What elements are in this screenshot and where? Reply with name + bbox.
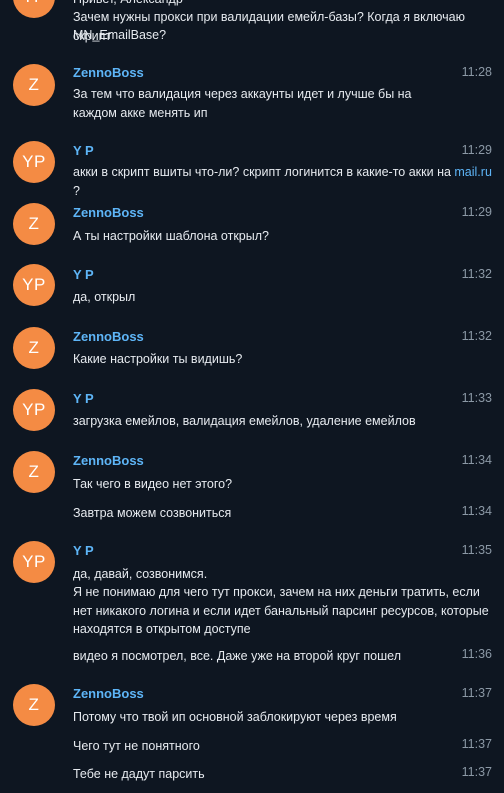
- message-text: Я не понимаю для чего тут прокси, зачем …: [73, 585, 489, 636]
- avatar[interactable]: Z: [13, 684, 55, 726]
- avatar-initials: YP: [22, 0, 46, 7]
- message-text-part: акки в скрипт вшиты что-ли? скрипт логин…: [73, 165, 455, 179]
- message-text: А ты настройки шаблона открыл?: [73, 229, 269, 243]
- message-time: 11:32: [461, 267, 492, 281]
- sender-name[interactable]: ZennoBoss: [73, 65, 144, 80]
- message-time: 11:32: [461, 329, 492, 343]
- message-text: Потому что твой ип основной заблокируют …: [73, 710, 397, 724]
- avatar[interactable]: Z: [13, 203, 55, 245]
- avatar[interactable]: Z: [13, 64, 55, 106]
- message-time: 11:34: [461, 453, 492, 467]
- avatar-initials: YP: [22, 152, 46, 171]
- message-text: Завтра можем созвониться: [73, 506, 232, 520]
- avatar[interactable]: YP: [13, 0, 55, 18]
- message-text: видео я посмотрел, все. Даже уже на втор…: [73, 649, 401, 663]
- chat-history: YP Привет, Александр Зачем нужны прокси …: [0, 0, 504, 793]
- message-text: Тебе не дадут парсить: [73, 767, 205, 781]
- sender-name[interactable]: ZennoBoss: [73, 329, 144, 344]
- avatar-initials: Z: [28, 214, 40, 233]
- avatar[interactable]: YP: [13, 541, 55, 583]
- sender-name[interactable]: ZennoBoss: [73, 686, 144, 701]
- avatar[interactable]: YP: [13, 141, 55, 183]
- avatar-initials: YP: [22, 275, 46, 294]
- message-text: да, давай, созвонимся.: [73, 567, 208, 581]
- sender-name[interactable]: ZennoBoss: [73, 453, 144, 468]
- avatar-initials: Z: [28, 338, 40, 357]
- message-time: 11:37: [461, 686, 492, 700]
- message-text: MN_EmailBase?: [73, 28, 167, 42]
- message-text: Чего тут не понятного: [73, 739, 200, 753]
- message-text: загрузка емейлов, валидация емейлов, уда…: [73, 414, 416, 428]
- message-text: Так чего в видео нет этого?: [73, 477, 233, 491]
- avatar[interactable]: Z: [13, 327, 55, 369]
- message-text: да, открыл: [73, 290, 136, 304]
- message-time: 11:29: [461, 205, 492, 219]
- avatar-initials: YP: [22, 552, 46, 571]
- avatar[interactable]: YP: [13, 389, 55, 431]
- sender-name[interactable]: Y P: [73, 391, 94, 406]
- message-text: Какие настройки ты видишь?: [73, 352, 243, 366]
- message-text-part: ?: [73, 183, 80, 198]
- sender-name[interactable]: Y P: [73, 267, 94, 282]
- message-link[interactable]: mail.ru: [454, 165, 492, 179]
- avatar-initials: YP: [22, 400, 46, 419]
- avatar[interactable]: YP: [13, 264, 55, 306]
- sender-name[interactable]: Y P: [73, 143, 94, 158]
- sender-name[interactable]: ZennoBoss: [73, 205, 144, 220]
- message-text: За тем что валидация через аккаунты идет…: [73, 87, 412, 120]
- message-time: 11:28: [461, 65, 492, 79]
- message-time: 11:29: [461, 143, 492, 157]
- avatar-initials: Z: [28, 462, 40, 481]
- avatar-initials: Z: [28, 75, 40, 94]
- avatar-initials: Z: [28, 695, 40, 714]
- message-text: акки в скрипт вшиты что-ли? скрипт логин…: [73, 163, 493, 200]
- message-time: 11:33: [461, 391, 492, 405]
- avatar[interactable]: Z: [13, 451, 55, 493]
- sender-name[interactable]: Y P: [73, 543, 94, 558]
- message-time: 11:35: [461, 543, 492, 557]
